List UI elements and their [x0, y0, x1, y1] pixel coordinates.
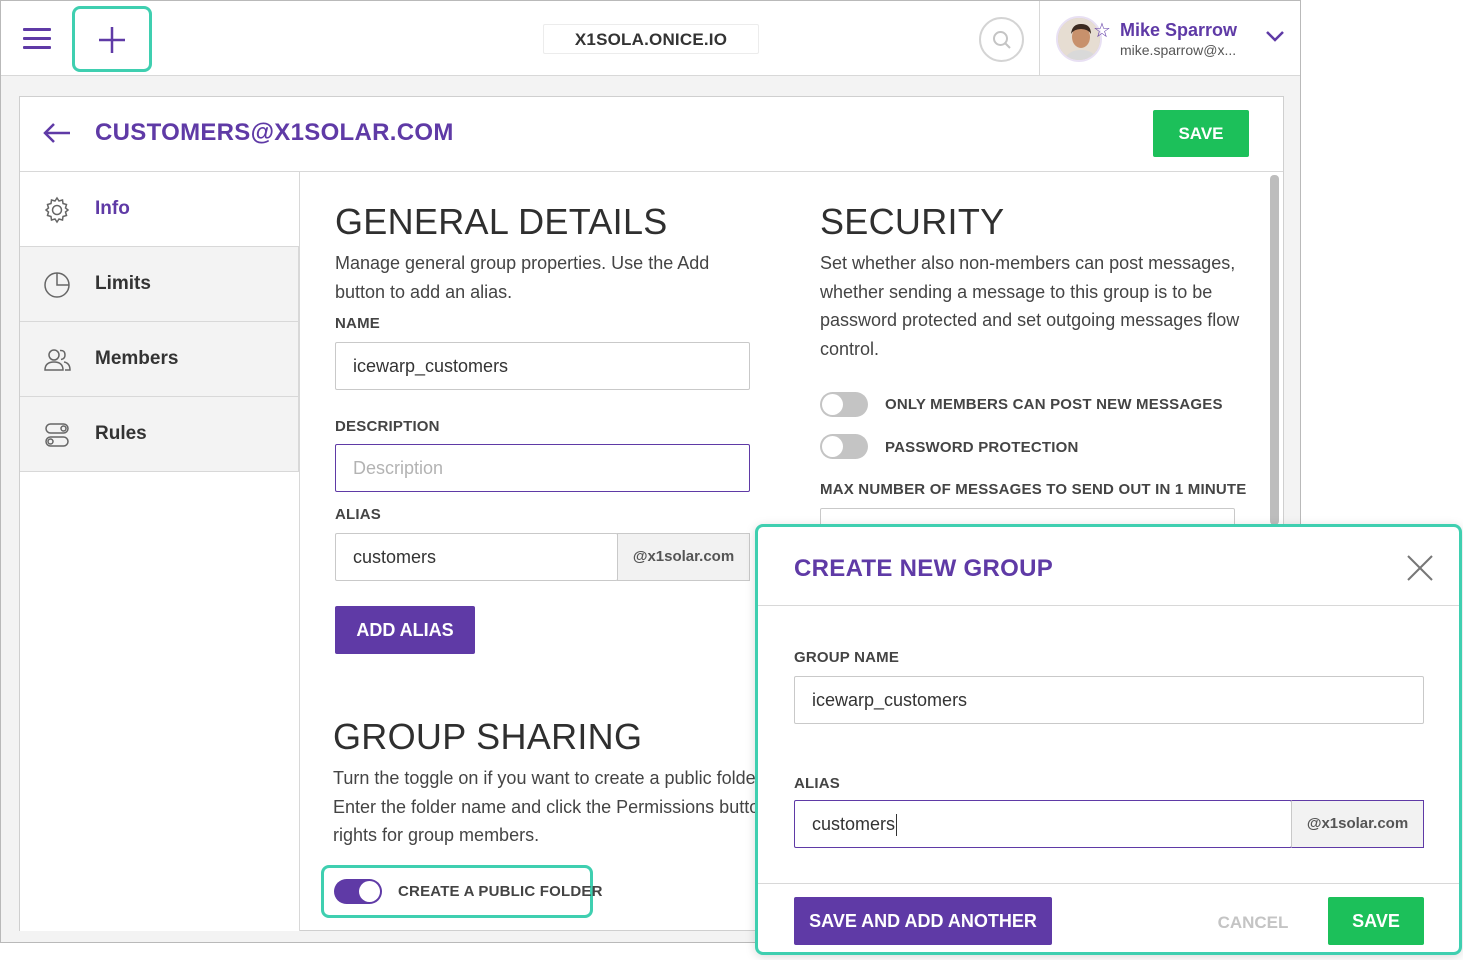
general-details-title: GENERAL DETAILS [335, 201, 668, 242]
user-email: mike.sparrow@x... [1120, 42, 1237, 58]
alias-label: ALIAS [335, 506, 381, 523]
pie-chart-icon [44, 272, 70, 298]
group-name-label: GROUP NAME [794, 649, 900, 666]
divider [758, 883, 1459, 884]
rules-icon [45, 423, 69, 447]
sidebar-item-label: Members [95, 348, 179, 369]
search-button[interactable] [979, 17, 1024, 62]
create-group-dialog: CREATE NEW GROUP GROUP NAME icewarp_cust… [755, 524, 1462, 955]
divider [758, 605, 1459, 606]
plus-icon [99, 27, 125, 53]
alias-input[interactable]: customers [335, 533, 618, 581]
description-input[interactable]: Description [335, 444, 750, 492]
security-description: Set whether also non-members can post me… [820, 253, 1240, 359]
text-caret [896, 814, 898, 837]
sidebar-item-label: Limits [95, 273, 151, 294]
server-name: X1SOLA.ONICE.IO [543, 24, 759, 54]
dialog-alias-domain-suffix: @x1solar.com [1291, 800, 1424, 848]
security-title: SECURITY [820, 201, 1005, 242]
members-only-label: ONLY MEMBERS CAN POST NEW MESSAGES [885, 396, 1223, 413]
sidebar-item-rules[interactable]: Rules [20, 397, 299, 472]
user-menu[interactable]: ☆ Mike Sparrow mike.sparrow@x... [1039, 1, 1300, 76]
search-icon [993, 31, 1011, 49]
menu-icon[interactable] [23, 26, 51, 50]
sidebar-item-info[interactable]: Info [20, 172, 299, 247]
users-icon [44, 349, 71, 371]
group-sharing-line: Enter the folder name and click the Perm… [333, 796, 770, 817]
general-details-description: Manage general group properties. Use the… [335, 253, 710, 302]
description-label: DESCRIPTION [335, 418, 440, 435]
close-icon[interactable] [1406, 554, 1434, 582]
top-bar: X1SOLA.ONICE.IO ☆ Mike Sparrow mike.spar… [1, 1, 1300, 76]
group-sharing-line: Turn the toggle on if you want to create… [333, 768, 762, 788]
sidebar-item-limits[interactable]: Limits [20, 247, 299, 322]
back-arrow-icon[interactable] [42, 121, 72, 145]
dialog-title: CREATE NEW GROUP [794, 555, 1054, 582]
name-input[interactable]: icewarp_customers [335, 342, 750, 390]
gear-icon [44, 196, 70, 224]
alias-domain-suffix: @x1solar.com [617, 533, 750, 581]
description-placeholder: Description [353, 458, 444, 478]
members-only-toggle[interactable] [820, 392, 868, 417]
page-title: CUSTOMERS@X1SOLAR.COM [95, 119, 454, 146]
group-sharing-line: rights for group members. [333, 825, 540, 845]
dialog-alias-value: customers [812, 814, 896, 834]
cancel-button[interactable]: CANCEL [1198, 899, 1308, 947]
group-name-input[interactable]: icewarp_customers [794, 676, 1424, 724]
group-sharing-description: Turn the toggle on if you want to create… [333, 764, 769, 850]
scrollbar[interactable] [1270, 175, 1279, 525]
new-item-button[interactable] [72, 6, 152, 72]
sidebar-item-members[interactable]: Members [20, 322, 299, 397]
sidebar-item-label: Info [95, 198, 130, 219]
dialog-alias-label: ALIAS [794, 775, 840, 792]
sidebar: Info Limits Members Rules [20, 172, 300, 931]
group-sharing-title: GROUP SHARING [333, 716, 643, 757]
user-name: Mike Sparrow [1120, 20, 1238, 40]
public-folder-toggle[interactable] [334, 879, 382, 904]
password-protection-label: PASSWORD PROTECTION [885, 439, 1079, 456]
save-button[interactable]: SAVE [1153, 110, 1249, 157]
save-and-add-another-button[interactable]: SAVE AND ADD ANOTHER [794, 897, 1052, 945]
max-messages-label: MAX NUMBER OF MESSAGES TO SEND OUT IN 1 … [820, 481, 1247, 498]
public-folder-label: CREATE A PUBLIC FOLDER [398, 883, 603, 900]
add-alias-button[interactable]: ADD ALIAS [335, 606, 475, 654]
panel-header: CUSTOMERS@X1SOLAR.COM SAVE [20, 97, 1283, 172]
star-icon[interactable]: ☆ [1093, 21, 1111, 41]
dialog-alias-input[interactable]: customers [794, 800, 1292, 848]
dialog-save-button[interactable]: SAVE [1328, 897, 1424, 945]
name-label: NAME [335, 315, 380, 332]
password-protection-toggle[interactable] [820, 434, 868, 459]
sidebar-item-label: Rules [95, 423, 147, 444]
chevron-down-icon[interactable] [1265, 29, 1285, 43]
